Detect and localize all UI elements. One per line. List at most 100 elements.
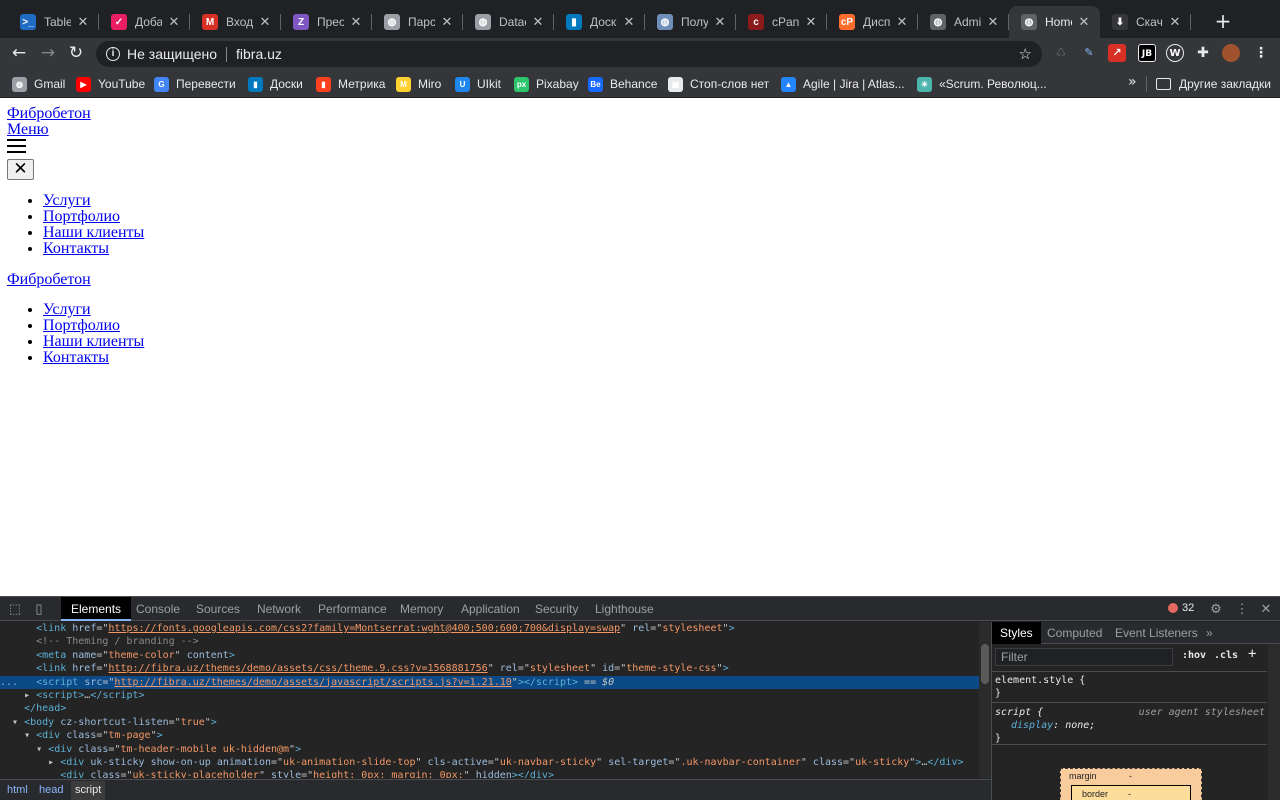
extension-pen-icon[interactable]: ✎ — [1080, 44, 1098, 62]
devtools-menu-icon[interactable]: ⋮ — [1234, 601, 1250, 617]
devtools-tab-lighthouse[interactable]: Lighthouse — [585, 597, 664, 621]
tab-8[interactable]: ccPanel ✕ — [736, 6, 827, 38]
url-text[interactable]: fibra.uz — [236, 46, 282, 62]
close-tab-icon[interactable]: ✕ — [75, 14, 91, 30]
tab-3[interactable]: Z Преобр ✕ — [281, 6, 372, 38]
bookmark-item[interactable]: ▮ Метрика — [316, 75, 385, 93]
hamburger-icon[interactable] — [7, 139, 26, 153]
styles-filter-input[interactable]: Filter — [995, 648, 1173, 666]
close-tab-icon[interactable]: ✕ — [166, 14, 182, 30]
tab-12[interactable]: ⬇ Скачан ✕ — [1100, 6, 1191, 38]
bookmark-item[interactable]: ✳ «Scrum. Революц... — [917, 75, 1047, 93]
extension-arrow-icon[interactable]: ↗ — [1108, 44, 1126, 62]
bookmark-item[interactable]: M Miro — [396, 75, 441, 93]
nav-link[interactable]: Портфолио — [43, 208, 120, 225]
bookmark-star-icon[interactable]: ☆ — [1019, 45, 1032, 63]
devtools-tab-performance[interactable]: Performance — [308, 597, 397, 621]
element-style-rule[interactable]: element.style { } — [995, 674, 1265, 700]
nav-link[interactable]: Наши клиенты — [43, 333, 144, 350]
close-devtools-icon[interactable]: ✕ — [1258, 601, 1274, 617]
dom-line[interactable]: <div class="uk-sticky-placeholder" style… — [0, 769, 980, 778]
add-rule-icon[interactable]: + — [1248, 646, 1256, 662]
menu-link[interactable]: Меню — [7, 121, 49, 139]
profile-avatar[interactable] — [1222, 44, 1240, 62]
dom-line[interactable]: ▸ <div uk-sticky show-on-up animation="u… — [0, 756, 980, 769]
box-model[interactable]: margin - border - — [1060, 768, 1202, 800]
back-button[interactable]: ← — [7, 41, 31, 65]
dom-line-selected[interactable]: ... <script src="http://fibra.uz/themes/… — [0, 675, 980, 689]
tab-2[interactable]: M Входящ ✕ — [190, 6, 281, 38]
tab-6[interactable]: ▮ Доски ✕ — [554, 6, 645, 38]
dom-tree[interactable]: <link href="https://fonts.googleapis.com… — [0, 622, 980, 778]
dom-line[interactable]: </head> — [0, 702, 980, 715]
dom-scrollbar[interactable] — [979, 622, 991, 778]
browser-menu-icon[interactable]: ⋮ — [1252, 44, 1270, 62]
devtools-tab-network[interactable]: Network — [247, 597, 311, 621]
settings-gear-icon[interactable]: ⚙ — [1208, 601, 1224, 617]
nav-link[interactable]: Наши клиенты — [43, 224, 144, 241]
bookmark-item[interactable]: G Перевести — [154, 75, 236, 93]
info-icon[interactable]: i — [106, 47, 120, 61]
close-tab-icon[interactable]: ✕ — [257, 14, 273, 30]
tab-9[interactable]: cP Диспе ✕ — [827, 6, 918, 38]
dom-line[interactable]: <link href="https://fonts.googleapis.com… — [0, 622, 980, 635]
tab-10[interactable]: ◍ Admin ✕ — [918, 6, 1009, 38]
bookmark-item[interactable]: ▶ YouTube — [76, 75, 145, 93]
close-tab-icon[interactable]: ✕ — [1076, 14, 1092, 30]
bookmark-item[interactable]: ▦ Стоп-слов нет — [668, 75, 769, 93]
bookmark-item[interactable]: px Pixabay — [514, 75, 579, 93]
tab-4[interactable]: ◍ Парсер ✕ — [372, 6, 463, 38]
close-tab-icon[interactable]: ✕ — [894, 14, 910, 30]
nav-link[interactable]: Портфолио — [43, 317, 120, 334]
error-badge[interactable]: 32 — [1168, 602, 1194, 614]
devtools-tab-sources[interactable]: Sources — [186, 597, 250, 621]
dom-line[interactable]: <link href="http://fibra.uz/themes/demo/… — [0, 662, 980, 675]
bookmark-item[interactable]: Be Behance — [588, 75, 657, 93]
tab-0[interactable]: >_ Tabler ✕ — [8, 6, 99, 38]
tab-styles[interactable]: Styles — [992, 622, 1041, 644]
devtools-tab-console[interactable]: Console — [126, 597, 190, 621]
more-bookmarks-icon[interactable]: » — [1128, 74, 1137, 90]
extensions-puzzle-icon[interactable]: ✚ — [1194, 44, 1212, 62]
device-toolbar-icon[interactable]: ▯ — [31, 601, 47, 617]
devtools-tab-elements[interactable]: Elements — [61, 597, 132, 621]
hov-toggle[interactable]: :hov — [1182, 650, 1206, 661]
reload-button[interactable]: ↻ — [64, 41, 88, 65]
close-menu-button[interactable]: ✕ — [7, 159, 34, 180]
bookmark-item[interactable]: U UIkit — [455, 75, 501, 93]
devtools-tab-memory[interactable]: Memory — [390, 597, 453, 621]
dom-line[interactable]: ▾ <div class="tm-page"> — [0, 729, 980, 742]
nav-link[interactable]: Услуги — [43, 301, 91, 318]
crumb-head[interactable]: head — [39, 784, 63, 796]
address-bar[interactable]: i Не защищено fibra.uz ☆ — [96, 41, 1042, 67]
close-tab-icon[interactable]: ✕ — [530, 14, 546, 30]
dom-line[interactable]: ▸ <script>…</script> — [0, 689, 980, 702]
bookmark-item[interactable]: ◍ Gmail — [12, 75, 65, 93]
extension-recycle-icon[interactable]: ♺ — [1052, 44, 1070, 62]
close-tab-icon[interactable]: ✕ — [439, 14, 455, 30]
new-tab-button[interactable]: + — [1212, 8, 1234, 36]
bookmark-item[interactable]: ▮ Доски — [248, 75, 303, 93]
close-tab-icon[interactable]: ✕ — [1167, 14, 1183, 30]
tab-event-listeners[interactable]: Event Listeners — [1107, 622, 1206, 644]
tab-5[interactable]: ◍ Datacol ✕ — [463, 6, 554, 38]
close-tab-icon[interactable]: ✕ — [803, 14, 819, 30]
tab-1[interactable]: ✓ Добавь ✕ — [99, 6, 190, 38]
extension-w-icon[interactable]: W — [1166, 44, 1184, 62]
dom-line[interactable]: <!-- Theming / branding --> — [0, 635, 980, 648]
crumb-script[interactable]: script — [71, 781, 106, 800]
crumb-html[interactable]: html — [7, 784, 28, 796]
bookmark-item[interactable]: ▲ Agile | Jira | Atlas... — [781, 75, 905, 93]
close-tab-icon[interactable]: ✕ — [712, 14, 728, 30]
nav-link[interactable]: Контакты — [43, 349, 109, 366]
close-tab-icon[interactable]: ✕ — [621, 14, 637, 30]
styles-scrollbar[interactable] — [1268, 644, 1280, 800]
tab-7[interactable]: ◍ Получ ✕ — [645, 6, 736, 38]
other-bookmarks[interactable]: Другие закладки — [1156, 75, 1271, 93]
nav-link[interactable]: Услуги — [43, 192, 91, 209]
close-tab-icon[interactable]: ✕ — [348, 14, 364, 30]
extension-jb-icon[interactable]: JB — [1138, 44, 1156, 62]
close-tab-icon[interactable]: ✕ — [985, 14, 1001, 30]
brand-link-2[interactable]: Фибробетон — [7, 271, 91, 289]
nav-link[interactable]: Контакты — [43, 240, 109, 257]
